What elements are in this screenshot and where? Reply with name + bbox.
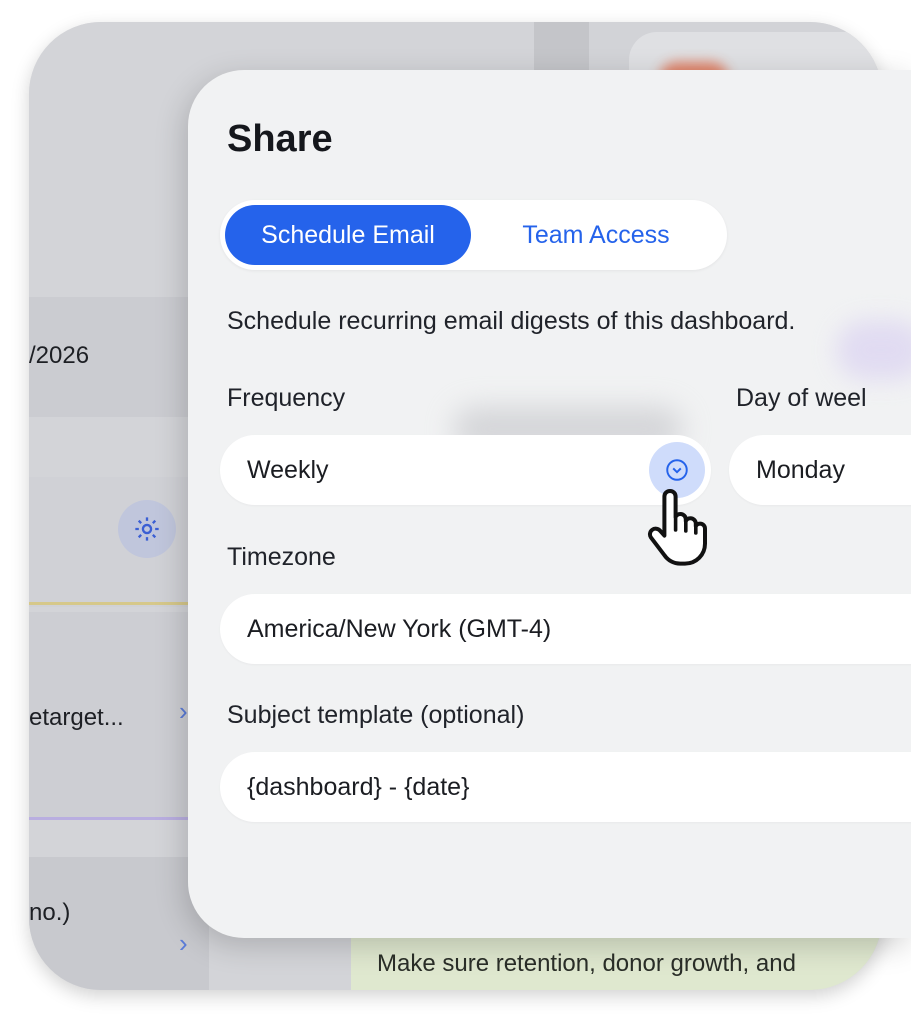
- timezone-value: America/New York (GMT-4): [247, 614, 552, 643]
- hand-pointer-cursor-icon: [647, 489, 707, 566]
- dialog-description: Schedule recurring email digests of this…: [227, 307, 796, 335]
- subject-template-value: {dashboard} - {date}: [247, 772, 470, 801]
- background-accent-line: [29, 602, 189, 605]
- gear-icon[interactable]: [118, 500, 176, 558]
- background-row: [29, 477, 209, 607]
- frequency-value: Weekly: [247, 455, 329, 484]
- dialog-title: Share: [227, 118, 333, 160]
- day-of-week-label: Day of weel: [736, 384, 867, 412]
- tab-team-access[interactable]: Team Access: [471, 205, 721, 265]
- day-of-week-value: Monday: [756, 455, 845, 484]
- subject-template-label: Subject template (optional): [227, 701, 525, 729]
- subject-template-input[interactable]: {dashboard} - {date}: [220, 752, 911, 822]
- day-of-week-select[interactable]: Monday: [729, 435, 911, 505]
- tab-schedule-email[interactable]: Schedule Email: [225, 205, 471, 265]
- background-blur: [836, 320, 911, 380]
- background-row-text: etarget...: [29, 704, 124, 731]
- share-tabs: Schedule Email Team Access: [220, 200, 727, 270]
- chevron-right-icon[interactable]: ›: [179, 928, 188, 959]
- background-accent-line: [29, 817, 189, 820]
- timezone-label: Timezone: [227, 543, 336, 571]
- frequency-select[interactable]: Weekly: [220, 435, 711, 505]
- chevron-right-icon[interactable]: ›: [179, 696, 188, 727]
- background-row-text: no.): [29, 899, 71, 926]
- timezone-select[interactable]: America/New York (GMT-4): [220, 594, 911, 664]
- background-note-text: Make sure retention, donor growth, and: [377, 950, 796, 977]
- share-dialog: Share Schedule Email Team Access Schedul…: [188, 70, 911, 938]
- frequency-label: Frequency: [227, 384, 346, 412]
- background-date: /2026: [29, 342, 90, 369]
